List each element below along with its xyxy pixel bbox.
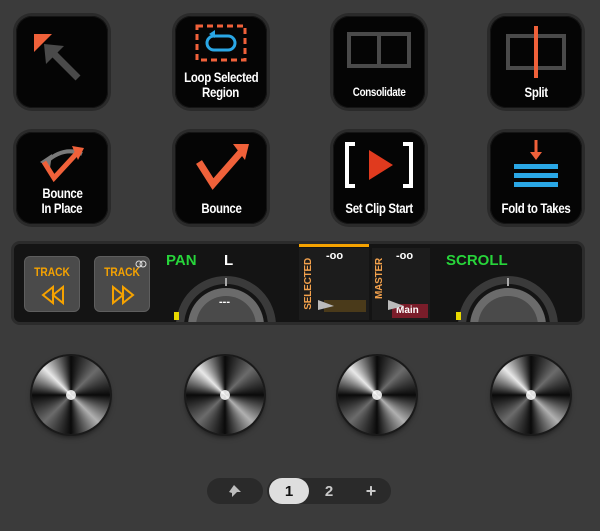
pan-label: PAN [166,252,197,269]
encoder-knob-3[interactable] [338,356,416,434]
arrow-up-left-icon [34,34,81,81]
pan-value-label: L [224,252,234,269]
pad-bounce[interactable]: Bounce [175,132,267,224]
track-next-button[interactable]: TRACK [94,256,150,312]
pad-label: Bounce [200,200,242,216]
pad-label-line1: Loop Selected [183,69,259,85]
pad-label-line2: Region [202,84,240,100]
add-page-button[interactable]: + [357,478,385,504]
pad-label-line1: Bounce [41,185,83,201]
scroll-knob-display[interactable] [450,270,570,322]
pin-button[interactable] [207,478,263,504]
track-prev-button[interactable]: TRACK [24,256,80,312]
master-label: MASTER [374,258,385,300]
pad-label: Consolidate [352,85,406,99]
control-strip: TRACK TRACK PAN L --- SELECTED -oo MASTE… [14,244,582,322]
pin-icon [229,485,241,497]
selected-indicator [299,244,369,247]
pad-label: Set Clip Start [345,200,413,216]
pad-label-line2: In Place [41,200,83,216]
encoder-knob-4[interactable] [492,356,570,434]
pad-label: Fold to Takes [501,200,571,216]
encoder-knob-2[interactable] [186,356,264,434]
pad-label: Split [524,84,548,100]
scroll-label: SCROLL [446,252,508,269]
pad-split[interactable]: Split [490,16,582,108]
master-fader-handle-icon[interactable] [386,298,406,310]
pad-arrow-up-left[interactable] [16,16,108,108]
selected-fader-handle-icon[interactable] [316,298,336,310]
pad-loop-selected-region[interactable]: Loop Selected Region [175,16,267,108]
pan-knob-value: --- [219,296,230,308]
page-selector: 1 2 + [207,478,391,504]
selected-label: SELECTED [303,258,314,310]
pad-fold-to-takes[interactable]: Fold to Takes [490,132,582,224]
rewind-arrow-icon [41,284,64,306]
selected-value: -oo [326,250,344,262]
master-value: -oo [396,250,414,262]
page-2-button[interactable]: 2 [315,478,343,504]
forward-arrow-icon [112,260,147,306]
pad-consolidate[interactable]: Consolidate [333,16,425,108]
pad-set-clip-start[interactable]: Set Clip Start [333,132,425,224]
encoder-knob-1[interactable] [32,356,110,434]
page-1-button[interactable]: 1 [269,478,309,504]
pad-bounce-in-place[interactable]: Bounce In Place [16,132,108,224]
